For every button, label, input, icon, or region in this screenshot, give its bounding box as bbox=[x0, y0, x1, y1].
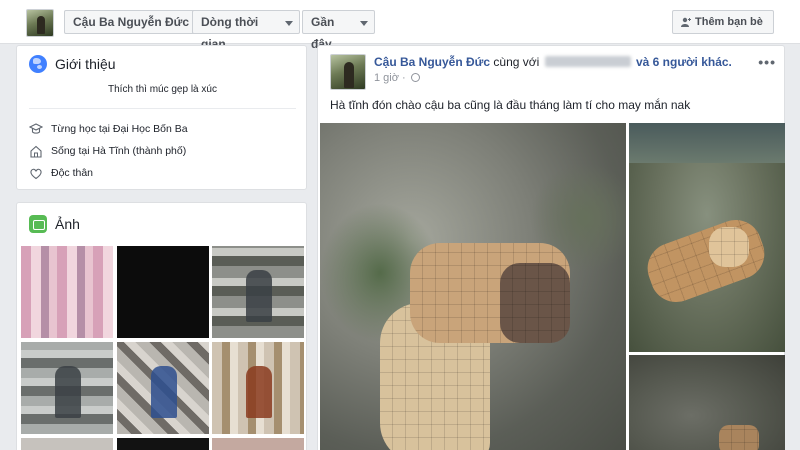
photo-thumbnail[interactable] bbox=[212, 246, 304, 338]
intro-item-label: Sống tại Hà Tĩnh (thành phố) bbox=[51, 145, 187, 157]
pixelated-region bbox=[719, 425, 759, 450]
photos-card: Ảnh bbox=[16, 202, 307, 450]
home-icon bbox=[30, 145, 42, 158]
post-author-avatar[interactable] bbox=[330, 54, 366, 90]
person-figure bbox=[246, 366, 272, 418]
photo-thumbnail[interactable] bbox=[21, 438, 113, 450]
chevron-down-icon bbox=[285, 21, 293, 26]
photo-thumbnail[interactable] bbox=[117, 438, 209, 450]
add-friend-icon bbox=[681, 17, 691, 27]
post-tagged-others-link[interactable]: và 6 người khác. bbox=[636, 55, 732, 69]
photo-thumbnail[interactable] bbox=[212, 342, 304, 434]
divider bbox=[29, 108, 296, 109]
globe-icon bbox=[29, 55, 47, 73]
post-photo-tertiary[interactable] bbox=[629, 355, 785, 450]
graduation-cap-icon bbox=[29, 123, 43, 134]
photo-thumbnail[interactable] bbox=[117, 342, 209, 434]
photo-thumbnail[interactable] bbox=[21, 342, 113, 434]
blurred-tagged-name bbox=[544, 56, 631, 67]
intro-bio: Thích thì múc gẹp là xúc bbox=[108, 84, 217, 95]
privacy-globe-icon[interactable] bbox=[410, 73, 420, 82]
pixelated-region bbox=[709, 227, 749, 267]
post-photo-secondary[interactable] bbox=[629, 123, 785, 352]
photo-thumbnail[interactable] bbox=[21, 246, 113, 338]
pixelated-region bbox=[500, 263, 570, 343]
add-friend-label: Thêm bạn bè bbox=[695, 16, 763, 28]
post-options-button[interactable]: ••• bbox=[758, 54, 776, 70]
chevron-down-icon bbox=[360, 21, 368, 26]
post-timestamp[interactable]: 1 giờ · bbox=[374, 72, 406, 84]
intro-item-label: Độc thân bbox=[51, 167, 94, 179]
intro-item-label: Từng học tại Đại Học Bốn Ba bbox=[51, 123, 188, 135]
profile-name-button[interactable]: Cậu Ba Nguyễn Đức bbox=[64, 10, 199, 34]
person-figure bbox=[151, 366, 177, 418]
photos-title: Ảnh bbox=[55, 216, 80, 232]
profile-topbar: Cậu Ba Nguyễn Đức Dòng thời gian Gần đây… bbox=[0, 0, 800, 51]
photo-icon bbox=[29, 215, 47, 233]
post-text: Hà tĩnh đón chào cậu ba cũng là đầu thán… bbox=[330, 98, 691, 112]
intro-card: Giới thiệu Thích thì múc gẹp là xúc Từng… bbox=[16, 45, 307, 190]
photo-texture bbox=[629, 123, 785, 163]
photo-thumbnail[interactable] bbox=[212, 438, 304, 450]
post-photo-main[interactable] bbox=[320, 123, 626, 450]
heart-icon bbox=[30, 168, 42, 180]
post-meta: 1 giờ · bbox=[374, 72, 420, 84]
post-header: Cậu Ba Nguyễn Đức cùng với và 6 người kh… bbox=[374, 55, 732, 69]
intro-title: Giới thiệu bbox=[55, 56, 116, 72]
recent-dropdown[interactable]: Gần đây bbox=[302, 10, 375, 51]
person-figure bbox=[55, 366, 81, 418]
add-friend-button[interactable]: Thêm bạn bè bbox=[672, 10, 774, 34]
photo-thumbnail[interactable] bbox=[117, 246, 209, 338]
post-with-text: cùng với bbox=[493, 55, 540, 69]
timeline-dropdown[interactable]: Dòng thời gian bbox=[192, 10, 300, 51]
person-figure bbox=[246, 270, 272, 322]
profile-avatar[interactable] bbox=[26, 9, 54, 37]
post-card: Cậu Ba Nguyễn Đức cùng với và 6 người kh… bbox=[317, 45, 785, 450]
post-author-link[interactable]: Cậu Ba Nguyễn Đức bbox=[374, 55, 490, 69]
pixelated-region bbox=[640, 212, 772, 310]
